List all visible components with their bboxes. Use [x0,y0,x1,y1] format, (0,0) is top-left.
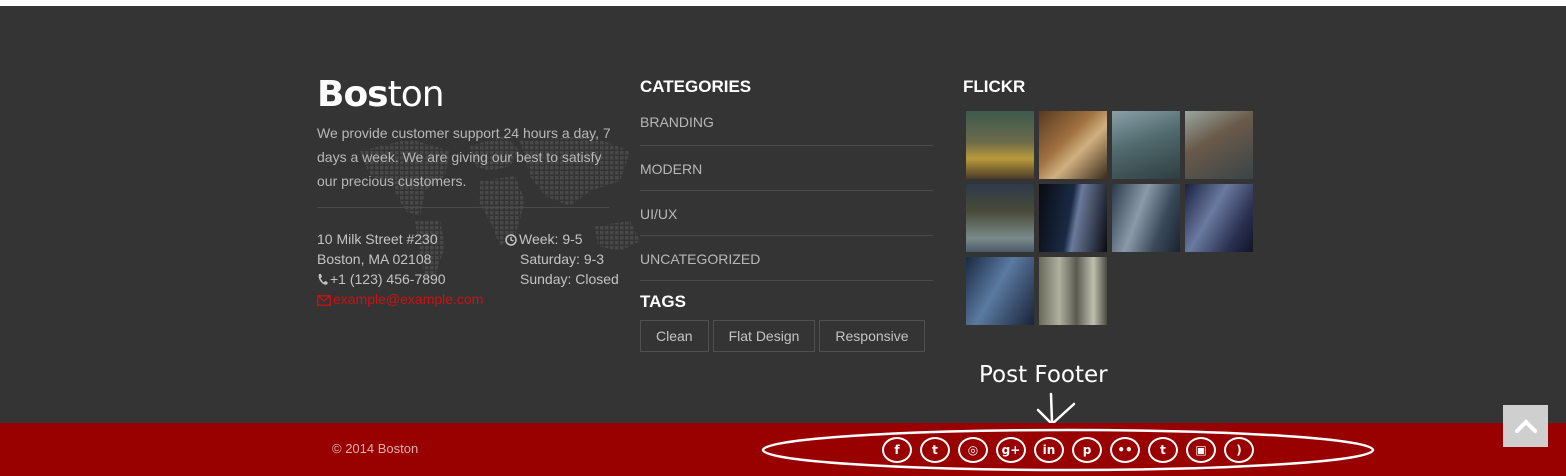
copyright: © 2014 Boston [332,441,419,456]
instagram-icon[interactable]: ▣ [1186,437,1216,463]
flickr-photo-1[interactable] [966,111,1034,179]
contact-info: 10 Milk Street #230 Boston, MA 02108 +1 … [317,229,483,309]
phone-icon [318,274,328,285]
back-to-top-button[interactable] [1503,405,1548,447]
chevron-up-icon [1514,419,1537,433]
category-branding[interactable]: BRANDING [640,100,933,146]
pinterest-icon[interactable]: p [1072,437,1102,463]
phone-number: +1 (123) 456-7890 [330,271,446,287]
hours-saturday: Saturday: 9-3 [520,251,605,267]
twitter-icon[interactable]: t [920,437,950,463]
flickr-photo-8[interactable] [1185,184,1253,252]
hours-week-text: Week: 9-5 [519,231,583,247]
about-text: We provide customer support 24 hours a d… [317,125,611,189]
address-street: 10 Milk Street #230 [317,231,438,247]
bottom-bar [0,423,1566,476]
flickr-photo-5[interactable] [966,184,1034,252]
flickr-photo-9[interactable] [966,257,1034,325]
categories-heading: CATEGORIES [640,77,752,96]
tumblr-icon[interactable]: t [1148,437,1178,463]
brand-bold: Bos [317,74,389,115]
flickr-photo-7[interactable] [1112,184,1180,252]
rss-icon[interactable]: ) [1224,437,1254,463]
opening-hours: Week: 9-5 Saturday: 9-3 Sunday: Closed [505,229,619,289]
tag-responsive[interactable]: Responsive [819,320,925,352]
flickr-icon[interactable]: •• [1110,437,1140,463]
tag-flat-design[interactable]: Flat Design [712,320,816,352]
flickr-photo-10[interactable] [1039,257,1107,325]
flickr-photo-6[interactable] [1039,184,1107,252]
tags-heading: TAGS [640,292,686,311]
envelope-icon [317,295,331,306]
divider [317,207,609,208]
flickr-photo-3[interactable] [1112,111,1180,179]
tag-clean[interactable]: Clean [640,320,709,352]
category-uiux[interactable]: UI/UX [640,191,933,236]
post-footer-annotation: Post Footer [979,362,1108,388]
hours-week: Week: 9-5 [505,229,619,249]
category-modern[interactable]: MODERN [640,146,933,191]
tag-cloud: Clean Flat Design Responsive [640,320,925,352]
google-plus-icon[interactable]: g+ [996,437,1026,463]
facebook-icon[interactable]: f [882,437,912,463]
hours-sunday: Sunday: Closed [520,271,619,287]
phone-line: +1 (123) 456-7890 [317,269,483,289]
linkedin-icon[interactable]: in [1034,437,1064,463]
dribbble-icon[interactable]: ◎ [958,437,988,463]
email-link[interactable]: example@example.com [333,291,483,307]
email-line[interactable]: example@example.com [317,289,483,309]
categories-list: BRANDING MODERN UI/UX UNCATEGORIZED [640,100,933,281]
flickr-photo-2[interactable] [1039,111,1107,179]
brand-logo[interactable]: Boston [317,74,445,115]
flickr-heading: FLICKR [963,77,1026,96]
clock-icon [505,234,517,246]
flickr-photo-4[interactable] [1185,111,1253,179]
brand-light: ton [387,74,445,115]
category-uncategorized[interactable]: UNCATEGORIZED [640,236,933,281]
address-city: Boston, MA 02108 [317,251,432,267]
social-links: f t ◎ g+ in p •• t ▣ ) [882,437,1254,463]
